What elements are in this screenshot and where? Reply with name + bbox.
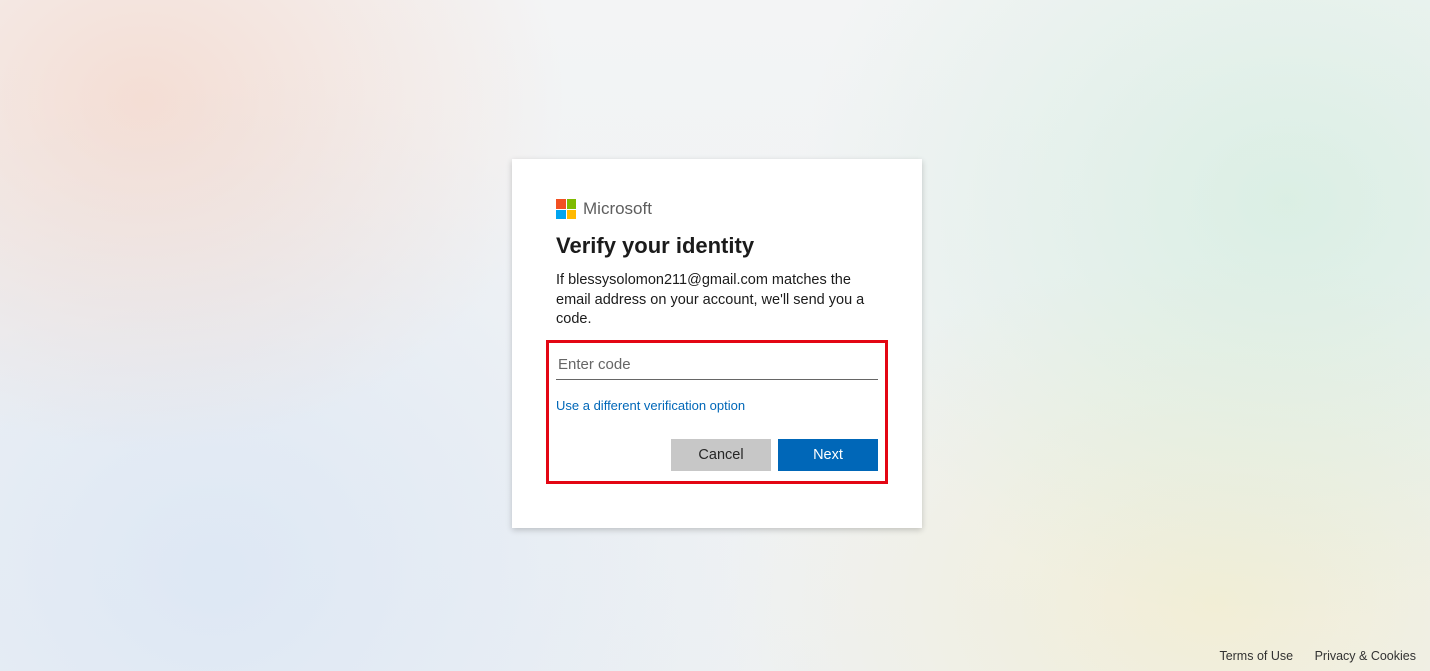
footer-links: Terms of Use Privacy & Cookies	[1219, 649, 1416, 663]
terms-of-use-link[interactable]: Terms of Use	[1219, 649, 1293, 663]
sign-in-card: Microsoft Verify your identity If blessy…	[512, 159, 922, 528]
privacy-cookies-link[interactable]: Privacy & Cookies	[1315, 649, 1416, 663]
highlighted-action-area: Use a different verification option Canc…	[546, 340, 888, 484]
page-title: Verify your identity	[556, 233, 878, 259]
brand-name: Microsoft	[583, 199, 652, 219]
verification-code-input[interactable]	[556, 350, 878, 380]
brand-row: Microsoft	[556, 199, 878, 219]
next-button[interactable]: Next	[778, 439, 878, 471]
button-row: Cancel Next	[556, 439, 878, 471]
instruction-text: If blessysolomon211@gmail.com matches th…	[556, 271, 878, 330]
use-different-verification-link[interactable]: Use a different verification option	[556, 398, 745, 413]
cancel-button[interactable]: Cancel	[671, 439, 771, 471]
microsoft-logo-icon	[556, 199, 576, 219]
